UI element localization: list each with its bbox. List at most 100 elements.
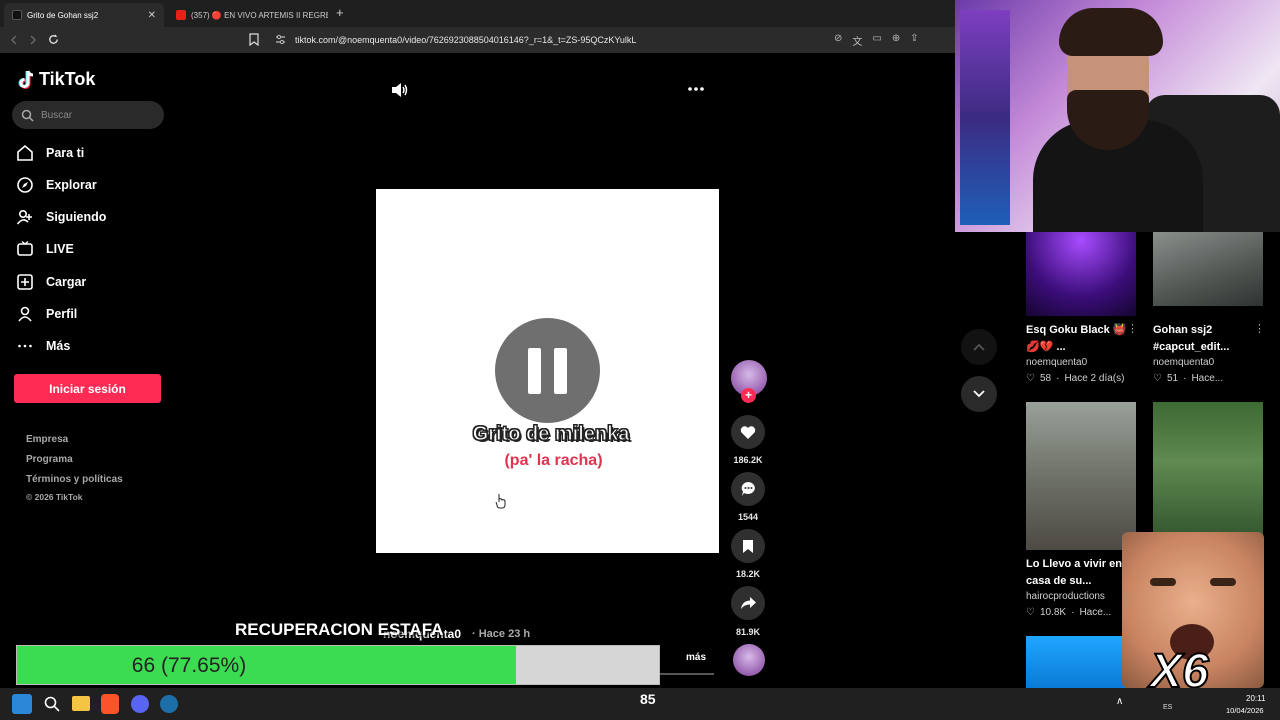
- related-thumb-4[interactable]: [1153, 402, 1263, 550]
- new-tab-button[interactable]: +: [336, 5, 344, 20]
- forward-icon[interactable]: [27, 34, 39, 46]
- file-explorer-icon[interactable]: [72, 696, 90, 711]
- tab-youtube-label: (357) 🔴 EN VIVO ARTEMIS II REGRE: [191, 10, 328, 20]
- tab-youtube[interactable]: (357) 🔴 EN VIVO ARTEMIS II REGRE: [168, 3, 328, 27]
- sidebar-item-perfil[interactable]: Perfil: [16, 302, 77, 326]
- prev-video-button[interactable]: [961, 329, 997, 365]
- zoom-icon[interactable]: ⊕: [892, 33, 900, 48]
- tab-tiktok[interactable]: Grito de Gohan ssj2 ✕: [4, 3, 164, 27]
- video-time: · Hace 23 h: [472, 628, 531, 640]
- sidebar-item-live[interactable]: LIVE: [16, 237, 74, 261]
- music-disc-avatar[interactable]: [733, 644, 765, 676]
- related-thumb-1[interactable]: [1026, 232, 1136, 316]
- heart-outline-icon: ♡: [1153, 373, 1162, 384]
- clock-time[interactable]: 20:11: [1246, 694, 1265, 703]
- footer-empresa[interactable]: Empresa: [26, 434, 68, 445]
- language-indicator[interactable]: ES: [1163, 704, 1172, 711]
- sidebar-item-label: Para ti: [46, 146, 85, 160]
- comment-button[interactable]: [731, 472, 765, 506]
- viewer-counter: 85: [640, 691, 656, 707]
- hand-cursor-icon: [495, 494, 506, 509]
- screen-icon[interactable]: ▭: [872, 33, 881, 48]
- pause-icon[interactable]: [495, 318, 600, 423]
- tiktok-favicon-icon: [12, 10, 22, 20]
- sidebar-item-label: LIVE: [46, 242, 74, 256]
- video-caption-subtitle: (pa' la racha): [504, 452, 603, 469]
- heart-icon: [740, 425, 756, 439]
- emote-eye-right: [1210, 578, 1236, 586]
- reload-icon[interactable]: [47, 33, 60, 46]
- next-video-button[interactable]: [961, 376, 997, 412]
- volume-icon[interactable]: [391, 82, 409, 98]
- taskbar-search-icon[interactable]: [44, 696, 60, 712]
- save-button[interactable]: [731, 529, 765, 563]
- kebab-icon[interactable]: ⋮: [1254, 322, 1265, 335]
- following-icon: [16, 209, 32, 225]
- sidebar-item-para-ti[interactable]: Para ti: [16, 141, 84, 165]
- sidebar-item-explorar[interactable]: Explorar: [16, 173, 97, 197]
- save-count: 18.2K: [735, 569, 761, 579]
- related-author-3[interactable]: hairocproductions: [1026, 589, 1105, 605]
- emote-eye-left: [1150, 578, 1176, 586]
- sidebar-item-mas[interactable]: Más: [16, 334, 70, 358]
- related-when-1: Hace 2 día(s): [1064, 373, 1125, 384]
- like-button[interactable]: [731, 415, 765, 449]
- footer-terminos[interactable]: Términos y políticas: [26, 474, 123, 485]
- browser-tab-bar: Grito de Gohan ssj2 ✕ (357) 🔴 EN VIVO AR…: [0, 0, 955, 27]
- share-count: 81.9K: [735, 627, 761, 637]
- related-thumb-5[interactable]: [1026, 636, 1136, 688]
- related-thumb-3[interactable]: [1026, 402, 1136, 550]
- search-input[interactable]: Buscar: [12, 101, 164, 129]
- video-progress-track[interactable]: [660, 673, 714, 675]
- related-title-3[interactable]: Lo Llevo a vivir en: [1026, 556, 1122, 572]
- logo-text: TikTok: [39, 69, 96, 89]
- sidebar-item-label: Cargar: [46, 275, 87, 289]
- comment-icon: [741, 482, 755, 496]
- follow-plus-icon[interactable]: +: [741, 388, 756, 403]
- heart-outline-icon: ♡: [1026, 607, 1035, 618]
- close-tab-icon[interactable]: ✕: [148, 10, 156, 21]
- description-more-link[interactable]: más: [686, 652, 706, 663]
- tray-chevron-icon[interactable]: ∧: [1116, 696, 1123, 707]
- youtube-favicon-icon: [176, 10, 186, 20]
- footer-programa[interactable]: Programa: [26, 454, 73, 465]
- related-author-1[interactable]: noemquenta0: [1026, 355, 1087, 371]
- widgets-icon[interactable]: [12, 694, 32, 714]
- chevron-down-icon: [973, 390, 985, 398]
- compass-icon: [17, 177, 33, 193]
- share-icon[interactable]: ⇪: [910, 33, 918, 48]
- footer-copyright: © 2026 TikTok: [26, 492, 83, 502]
- bookmark-save-icon: [743, 539, 753, 553]
- taskbar: 85 ∧ ES 20:11 10/04/2026: [0, 688, 1280, 720]
- tiktok-logo[interactable]: TikTok: [18, 69, 95, 90]
- tab-tiktok-label: Grito de Gohan ssj2: [27, 10, 99, 20]
- related-title-1[interactable]: Esq Goku Black 👹: [1026, 322, 1130, 338]
- video-player[interactable]: Grito de milenka (pa' la racha): [376, 189, 719, 553]
- sidebar-item-cargar[interactable]: Cargar: [16, 270, 86, 294]
- clock-date[interactable]: 10/04/2026: [1226, 706, 1264, 715]
- sidebar-item-siguiendo[interactable]: Siguiendo: [16, 205, 106, 229]
- kebab-icon[interactable]: ⋮: [1127, 322, 1138, 335]
- steam-icon[interactable]: [160, 695, 178, 713]
- translate-icon[interactable]: 文: [852, 33, 862, 48]
- login-button[interactable]: Iniciar sesión: [14, 374, 161, 403]
- reader-icon[interactable]: ⊘: [834, 33, 842, 48]
- share-button[interactable]: [731, 586, 765, 620]
- toolbar-icons: ⊘ 文 ▭ ⊕ ⇪: [834, 33, 919, 48]
- related-author-2[interactable]: noemquenta0: [1153, 355, 1214, 371]
- brave-browser-icon[interactable]: [101, 694, 119, 714]
- sidebar: TikTok Buscar Para ti Explorar Siguiendo…: [0, 53, 180, 688]
- webcam-hair: [1059, 8, 1163, 56]
- goal-label: RECUPERACION ESTAFA: [235, 620, 444, 639]
- discord-icon[interactable]: [131, 695, 149, 713]
- related-stats-2: ♡ 51 · Hace...: [1153, 371, 1223, 387]
- search-placeholder: Buscar: [41, 109, 73, 121]
- related-thumb-2[interactable]: [1153, 232, 1263, 306]
- related-title-2[interactable]: Gohan ssj2: [1153, 322, 1212, 338]
- back-icon[interactable]: [8, 34, 20, 46]
- related-likes-2: 51: [1166, 373, 1179, 384]
- more-options-icon[interactable]: [688, 86, 704, 92]
- home-icon: [17, 144, 33, 161]
- sidebar-item-label: Explorar: [46, 178, 97, 192]
- sidebar-item-label: Más: [46, 339, 71, 353]
